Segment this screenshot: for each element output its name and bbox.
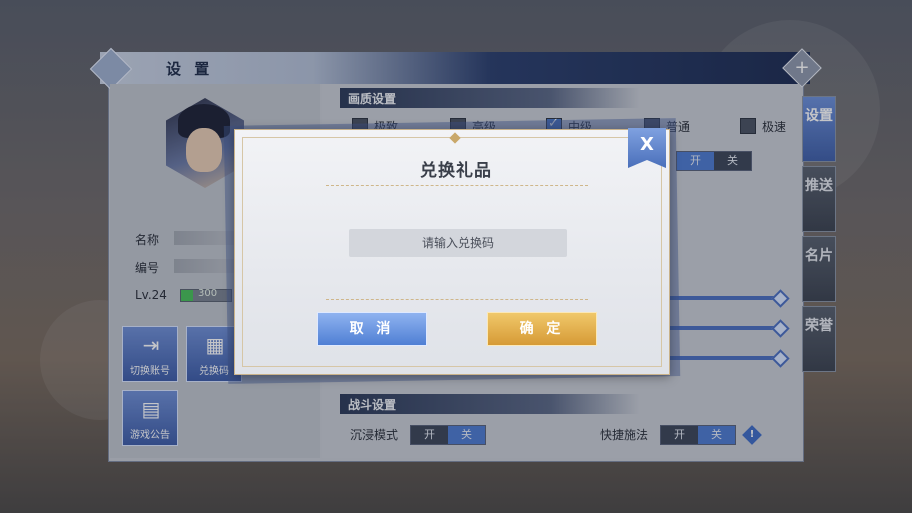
redeem-dialog-title: 兑换礼品 (420, 161, 492, 181)
close-icon: X (640, 134, 654, 155)
title-divider (326, 185, 588, 186)
button-divider (326, 299, 588, 300)
redeem-code-input[interactable] (349, 229, 567, 257)
confirm-button[interactable]: 确 定 (487, 312, 597, 346)
cancel-button[interactable]: 取 消 (317, 312, 427, 346)
